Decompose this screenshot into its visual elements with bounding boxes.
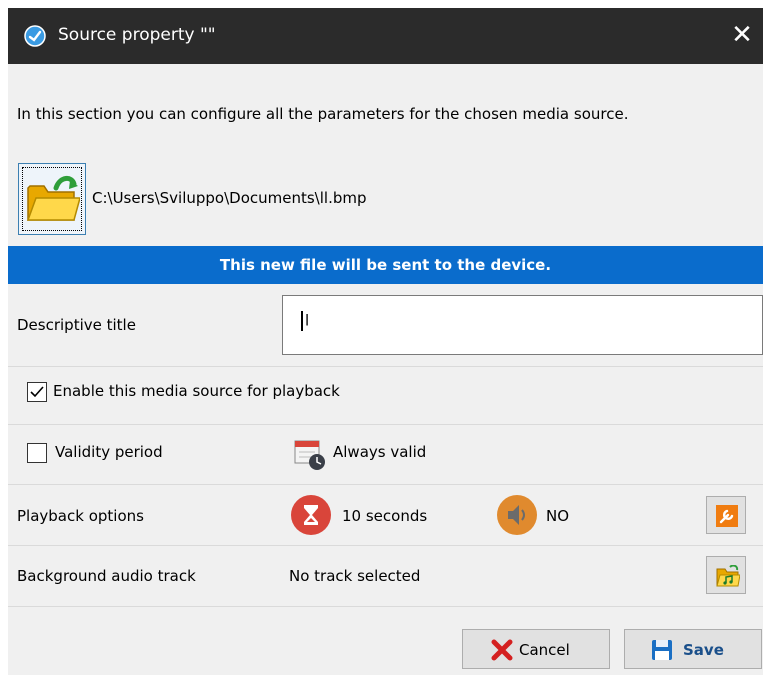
info-banner: This new file will be sent to the device… xyxy=(8,246,763,284)
red-x-icon xyxy=(491,639,513,661)
validity-period-checkbox[interactable] xyxy=(27,443,47,463)
background-audio-value: No track selected xyxy=(289,567,421,585)
validity-value: Always valid xyxy=(333,443,427,461)
file-path: C:\Users\Sviluppo\Documents\ll.bmp xyxy=(92,189,367,207)
close-icon: ✕ xyxy=(731,20,753,50)
close-button[interactable]: ✕ xyxy=(725,18,759,52)
playback-options-label: Playback options xyxy=(17,507,144,525)
floppy-disk-icon xyxy=(652,640,672,660)
validity-period-label[interactable]: Validity period xyxy=(55,443,163,461)
calendar-clock-icon xyxy=(294,440,325,470)
open-folder-icon xyxy=(26,176,80,221)
descriptive-title-value: l xyxy=(305,311,310,330)
background-audio-label: Background audio track xyxy=(17,567,196,585)
separator xyxy=(8,484,763,485)
separator xyxy=(8,366,763,367)
title-bar: Source property "" ✕ xyxy=(8,8,763,64)
intro-text: In this section you can configure all th… xyxy=(17,105,629,123)
enable-playback-label[interactable]: Enable this media source for playback xyxy=(53,382,340,400)
audio-value: NO xyxy=(546,507,570,525)
descriptive-title-input[interactable]: l xyxy=(282,295,763,355)
playback-settings-button[interactable] xyxy=(706,496,746,534)
save-label: Save xyxy=(683,641,724,659)
hourglass-icon xyxy=(291,495,331,535)
separator xyxy=(8,606,763,607)
select-audio-track-button[interactable] xyxy=(706,556,746,594)
speaker-icon xyxy=(497,495,537,535)
app-logo-icon xyxy=(24,25,46,47)
checkmark-icon xyxy=(30,386,44,398)
playback-duration: 10 seconds xyxy=(342,507,428,525)
descriptive-title-label: Descriptive title xyxy=(17,316,136,334)
wrench-icon xyxy=(716,505,738,527)
separator xyxy=(8,545,763,546)
enable-playback-checkbox[interactable] xyxy=(27,382,47,402)
window-title: Source property "" xyxy=(58,25,216,45)
browse-file-button[interactable] xyxy=(18,163,86,235)
cancel-label: Cancel xyxy=(519,641,570,659)
music-folder-icon xyxy=(716,565,740,587)
separator xyxy=(8,424,763,425)
text-caret xyxy=(301,311,303,331)
save-button[interactable]: Save xyxy=(624,629,762,669)
cancel-button[interactable]: Cancel xyxy=(462,629,610,669)
